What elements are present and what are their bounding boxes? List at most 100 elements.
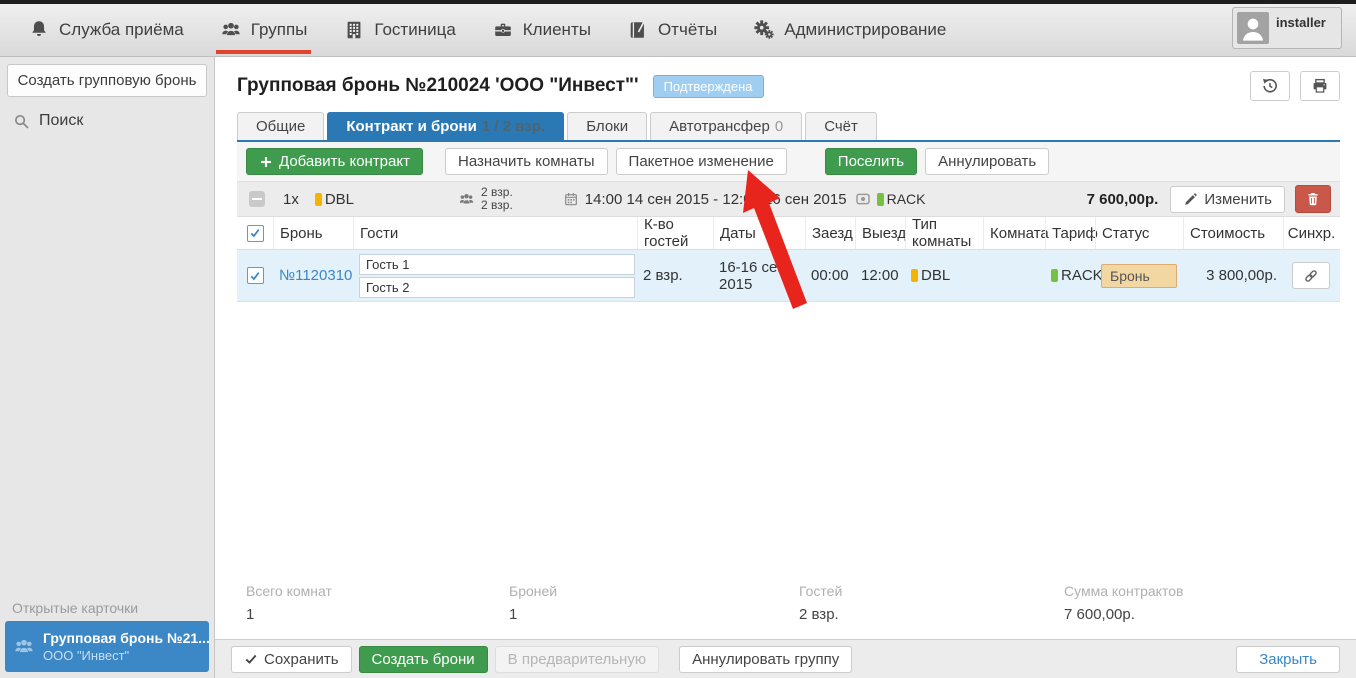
gears-icon	[753, 19, 775, 41]
nav-label: Гостиница	[374, 20, 455, 40]
nav-item-clients[interactable]: Клиенты	[492, 4, 591, 56]
open-card-group-booking[interactable]: Групповая бронь №21... ООО "Инвест"	[5, 621, 209, 672]
col-header-guest-count: К-во гостей	[637, 217, 713, 249]
tab-invoice[interactable]: Счёт	[805, 112, 877, 140]
tab-autotransfer[interactable]: Автотрансфер0	[650, 112, 802, 140]
assign-rooms-button[interactable]: Назначить комнаты	[445, 148, 608, 175]
check-in-button[interactable]: Поселить	[825, 148, 917, 175]
col-header-arrival: Заезд	[805, 217, 855, 249]
summary-bookings: Броней 1	[509, 583, 799, 623]
sync-link-button[interactable]	[1292, 262, 1330, 289]
nav-item-administration[interactable]: Администрирование	[753, 4, 946, 56]
tab-contract-and-bookings[interactable]: Контракт и брони1 / 2 взр.	[327, 112, 564, 140]
row-arrival-time: 00:00	[805, 267, 855, 284]
table-header-row: Бронь Гости К-во гостей Даты Заезд Выезд…	[237, 217, 1340, 250]
summary-guests: Гостей 2 взр.	[799, 583, 1064, 623]
page-title: Групповая бронь №210024 'ООО "Инвест"'	[237, 75, 639, 97]
history-icon	[1261, 77, 1279, 95]
batch-change-button[interactable]: Пакетное изменение	[616, 148, 787, 175]
tab-blocks[interactable]: Блоки	[567, 112, 647, 140]
book-icon	[627, 19, 649, 41]
price-icon	[855, 191, 871, 207]
users-icon	[13, 636, 35, 658]
contract-room-type: DBL	[325, 191, 354, 208]
guest1-input[interactable]	[359, 254, 635, 275]
card-title: Групповая бронь №21...	[43, 630, 210, 646]
guest2-input[interactable]	[359, 277, 635, 298]
create-bookings-button[interactable]: Создать брони	[359, 646, 488, 673]
contract-quantity: 1x	[283, 191, 299, 208]
row-dates: 16-16 сен 2015	[713, 259, 805, 293]
annul-group-button[interactable]: Аннулировать группу	[679, 646, 852, 673]
user-menu[interactable]: installer	[1232, 7, 1342, 49]
contract-rate: RACK	[887, 191, 926, 207]
annul-button[interactable]: Аннулировать	[925, 148, 1049, 175]
pencil-icon	[1183, 192, 1198, 207]
print-button[interactable]	[1300, 71, 1340, 101]
users-icon	[458, 191, 475, 208]
person-icon	[1237, 12, 1269, 44]
row-room-type: DBL	[921, 267, 950, 284]
nav-item-front-desk[interactable]: Служба приёма	[28, 4, 184, 56]
collapse-icon[interactable]	[249, 191, 265, 207]
check-icon	[249, 270, 261, 282]
col-header-room: Комната	[983, 217, 1045, 249]
nav-label: Группы	[251, 20, 308, 40]
contract-dates: 14:00 14 сен 2015 - 12:00 16 сен 2015	[585, 191, 847, 208]
edit-contract-button[interactable]: Изменить	[1170, 186, 1285, 213]
nav-item-hotel[interactable]: Гостиница	[343, 4, 455, 56]
col-header-sync: Синхр.	[1283, 217, 1339, 249]
col-header-room-type: Тип комнаты	[905, 217, 983, 249]
room-type-color-chip	[315, 193, 322, 206]
status-badge-confirmed: Подтверждена	[653, 75, 764, 98]
col-header-cost: Стоимость	[1183, 217, 1283, 249]
avatar	[1237, 12, 1269, 44]
contract-guests-line1: 2 взр.	[481, 185, 513, 199]
footer-action-bar: Сохранить Создать брони В предварительну…	[215, 639, 1356, 678]
add-contract-button[interactable]: Добавить контракт	[246, 148, 423, 175]
booking-table-row: №1120310 2 взр. 16-16 сен 2015 00:00 12:…	[237, 250, 1340, 302]
room-type-color-chip	[911, 269, 918, 282]
calendar-icon	[563, 191, 579, 207]
plus-icon	[259, 155, 273, 169]
summary-bar: Всего комнат 1 Броней 1 Гостей 2 взр. Су…	[215, 583, 1356, 623]
open-cards-label: Открытые карточки	[12, 600, 138, 616]
sidebar-search[interactable]: Поиск	[13, 112, 214, 130]
top-navigation: Служба приёма Группы Гостиница Клиенты О…	[0, 4, 1356, 57]
contract-panel: Добавить контракт Назначить комнаты Паке…	[237, 142, 1340, 302]
col-header-booking: Бронь	[273, 217, 353, 249]
history-button[interactable]	[1250, 71, 1290, 101]
tab-bar: Общие Контракт и брони1 / 2 взр. Блоки А…	[237, 112, 1340, 142]
tab-general[interactable]: Общие	[237, 112, 324, 140]
summary-total-rooms: Всего комнат 1	[246, 583, 509, 623]
booking-number-link[interactable]: №1120310	[273, 267, 353, 284]
briefcase-icon	[492, 19, 514, 41]
select-all-checkbox[interactable]	[247, 225, 264, 242]
users-icon	[220, 19, 242, 41]
username: installer	[1276, 15, 1326, 44]
col-header-status: Статус	[1095, 217, 1183, 249]
close-button[interactable]: Закрыть	[1236, 646, 1340, 673]
contract-row: 1x DBL 2 взр. 2 взр. 14:00 1	[237, 182, 1340, 217]
app-window: Служба приёма Группы Гостиница Клиенты О…	[0, 0, 1356, 678]
nav-item-reports[interactable]: Отчёты	[627, 4, 717, 56]
delete-contract-button[interactable]	[1295, 185, 1331, 213]
nav-label: Отчёты	[658, 20, 717, 40]
col-header-departure: Выезд	[855, 217, 905, 249]
row-checkbox[interactable]	[247, 267, 264, 284]
tab-counter: 1 / 2 взр.	[482, 118, 545, 135]
create-group-booking-button[interactable]: Создать групповую бронь	[7, 64, 207, 97]
nav-item-groups[interactable]: Группы	[220, 4, 308, 56]
row-guest-count: 2 взр.	[637, 267, 713, 284]
search-icon	[13, 113, 30, 130]
rate-color-chip	[1051, 269, 1058, 282]
chain-link-icon	[1303, 268, 1319, 284]
save-button[interactable]: Сохранить	[231, 646, 352, 673]
toolbar: Добавить контракт Назначить комнаты Паке…	[237, 142, 1340, 182]
col-header-rate: Тариф	[1045, 217, 1095, 249]
row-price: 3 800,00р.	[1183, 267, 1283, 284]
tab-counter: 0	[775, 118, 783, 135]
nav-label: Клиенты	[523, 20, 591, 40]
check-icon	[244, 652, 258, 666]
building-icon	[343, 19, 365, 41]
